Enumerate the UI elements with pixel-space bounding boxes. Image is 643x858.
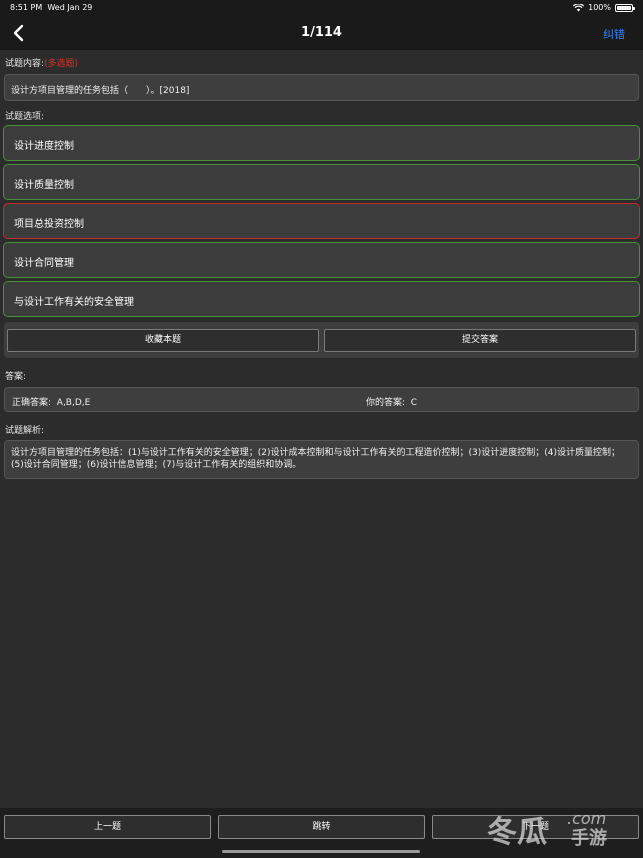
your-answer-value: C bbox=[410, 398, 418, 408]
favorite-button[interactable]: 收藏本题 bbox=[7, 329, 319, 352]
answer-label: 答案: bbox=[5, 372, 27, 382]
status-bar: 8:51 PM Wed Jan 29 100% bbox=[0, 0, 643, 16]
analysis-text-box: 设计方项目管理的任务包括：(1)与设计工作有关的安全管理；(2)设计成本控制和与… bbox=[4, 440, 639, 479]
page-title: 1/114 bbox=[301, 25, 342, 40]
your-answer-label: 你的答案: bbox=[366, 398, 406, 408]
question-label: 试题内容:(多选题) bbox=[5, 56, 78, 69]
options-label: 试题选项: bbox=[5, 112, 45, 122]
submit-answer-button[interactable]: 提交答案 bbox=[324, 329, 636, 352]
status-time-text: 8:51 PM bbox=[10, 3, 43, 12]
answer-box: 正确答案: A,B,D,E 你的答案: C bbox=[4, 387, 639, 412]
your-answer: 你的答案: C bbox=[366, 395, 417, 408]
question-text-box: 设计方项目管理的任务包括（ ）。[2018] bbox=[4, 74, 639, 101]
battery-percent: 100% bbox=[588, 3, 611, 12]
battery-icon bbox=[615, 3, 635, 12]
status-date-text: Wed Jan 29 bbox=[47, 3, 93, 12]
correct-answer-value: A,B,D,E bbox=[56, 398, 91, 408]
jump-button[interactable]: 跳转 bbox=[218, 815, 425, 839]
option-a[interactable]: 设计进度控制 bbox=[3, 125, 640, 161]
report-error-button[interactable]: 纠错 bbox=[603, 26, 625, 42]
question-type-tag: (多选题) bbox=[44, 59, 79, 69]
option-b[interactable]: 设计质量控制 bbox=[3, 164, 640, 200]
question-label-text: 试题内容: bbox=[5, 59, 45, 69]
action-bar: 收藏本题 提交答案 bbox=[4, 322, 639, 358]
status-right: 100% bbox=[573, 3, 635, 12]
status-time: 8:51 PM Wed Jan 29 bbox=[10, 3, 92, 12]
option-d[interactable]: 设计合同管理 bbox=[3, 242, 640, 278]
next-question-button[interactable]: 下一题 bbox=[432, 815, 639, 839]
correct-answer: 正确答案: A,B,D,E bbox=[12, 395, 90, 408]
option-e[interactable]: 与设计工作有关的安全管理 bbox=[3, 281, 640, 317]
bottom-toolbar: 上一题 跳转 下一题 bbox=[0, 808, 643, 858]
navigation-bar: 1/114 纠错 bbox=[0, 16, 643, 50]
option-c[interactable]: 项目总投资控制 bbox=[3, 203, 640, 239]
correct-answer-label: 正确答案: bbox=[12, 398, 52, 408]
analysis-label: 试题解析: bbox=[5, 426, 45, 436]
wifi-icon bbox=[573, 3, 585, 11]
home-indicator bbox=[222, 850, 420, 853]
previous-question-button[interactable]: 上一题 bbox=[4, 815, 211, 839]
